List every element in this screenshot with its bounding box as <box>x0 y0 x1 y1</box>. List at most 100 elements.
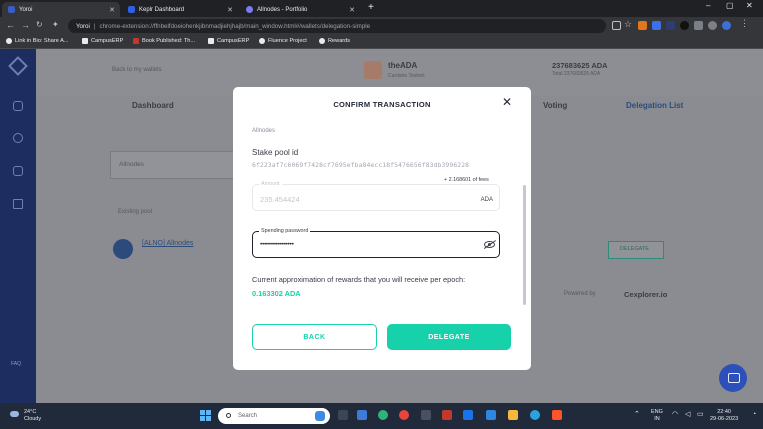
volume-icon[interactable]: ◁ <box>685 411 690 418</box>
password-field-label: Spending password <box>259 228 311 234</box>
file-explorer-icon[interactable] <box>357 410 367 420</box>
weather-widget[interactable]: 24°C Cloudy <box>10 409 41 423</box>
password-field-value[interactable]: ••••••••••••••••• <box>260 241 294 248</box>
lang-label: ENG <box>651 409 663 415</box>
puzzle-extensions-icon[interactable] <box>694 21 703 30</box>
eye-off-icon[interactable] <box>484 241 495 248</box>
wallet-name: theADA <box>388 61 418 70</box>
edge-icon[interactable] <box>378 410 388 420</box>
tab-allnodes[interactable]: Allnodes - Portfolio ✕ <box>240 2 360 17</box>
yoroi-logo-icon <box>8 56 28 76</box>
app-icon[interactable] <box>421 410 431 420</box>
bookmark-item[interactable]: Book Published: Th... <box>133 38 195 44</box>
dialog-scrollbar[interactable] <box>523 185 526 305</box>
bookmark-item[interactable]: Rewards <box>319 38 350 44</box>
powered-by-label: Powered by <box>564 291 596 297</box>
nav-voting[interactable]: Voting <box>543 101 567 110</box>
nav-delegation-list[interactable]: Delegation List <box>626 101 683 110</box>
bookmark-item[interactable]: CampusERP <box>82 38 123 44</box>
sidebar-wallet-icon[interactable] <box>13 101 23 111</box>
brave-icon[interactable] <box>552 410 562 420</box>
folder-icon[interactable] <box>508 410 518 420</box>
clock-date: 29-06-2023 <box>710 416 739 422</box>
forward-arrow-icon[interactable]: → <box>21 20 30 30</box>
nav-dashboard[interactable]: Dashboard <box>132 101 174 110</box>
telegram-icon[interactable] <box>530 410 540 420</box>
wifi-icon[interactable]: ◠ <box>672 411 678 418</box>
wallet-network: Cardano Testnet <box>388 73 425 79</box>
maximize-button[interactable]: ▢ <box>726 1 734 10</box>
tray-chevron-icon[interactable]: ⌃ <box>634 411 640 418</box>
profile-avatar[interactable] <box>722 21 731 30</box>
back-to-wallets-link[interactable]: Back to my wallets <box>112 67 162 73</box>
metamask-extension-icon[interactable] <box>638 21 647 30</box>
bookmark-label: CampusERP <box>217 38 250 44</box>
keplr-extension-icon[interactable] <box>652 21 661 30</box>
bookmark-favicon-icon <box>133 38 139 44</box>
mail-icon[interactable] <box>486 410 496 420</box>
new-tab-button[interactable]: + <box>368 2 374 13</box>
search-placeholder: Search <box>238 413 258 419</box>
address-host: Yoroi <box>76 22 90 30</box>
search-highlight-icon <box>315 411 325 421</box>
tab-search-icon[interactable] <box>708 21 717 30</box>
dialog-body: Allnodes Stake pool id 6f223af7c6069f742… <box>233 120 531 310</box>
task-view-icon[interactable] <box>338 410 348 420</box>
clock[interactable]: 22:40 29-06-2023 <box>710 409 738 423</box>
bookmark-favicon-icon <box>319 38 325 44</box>
search-icon <box>226 413 231 418</box>
pool-name-link[interactable]: [ALNO] Allnodes <box>142 240 193 247</box>
yoroi-extension-icon[interactable] <box>666 21 675 30</box>
background-delegate-button[interactable]: DELEGATE <box>608 241 664 259</box>
delegate-button[interactable]: DELEGATE <box>387 324 511 350</box>
share-icon[interactable] <box>612 21 621 30</box>
windows-start-icon[interactable] <box>200 410 211 421</box>
stake-pool-id-label: Stake pool id <box>252 148 299 157</box>
browser-toolbar: ← → ↻ ✦ Yoroi | chrome-extension://ffnbe… <box>0 17 763 35</box>
star-icon[interactable]: ☆ <box>624 19 633 29</box>
stake-pool-id-value: 6f223af7c6069f7428cf7695efba84ecc18f5476… <box>252 161 470 169</box>
dialog-title: CONFIRM TRANSACTION <box>333 100 431 109</box>
bookmark-favicon-icon <box>208 38 214 44</box>
amount-currency: ADA <box>480 197 493 203</box>
tab-title: Yoroi <box>19 6 33 13</box>
bookmark-label: Book Published: Th... <box>142 38 196 44</box>
tab-keplr[interactable]: Keplr Dashboard ✕ <box>122 2 238 17</box>
close-window-button[interactable]: ✕ <box>746 1 753 10</box>
battery-icon[interactable]: ▭ <box>697 411 704 418</box>
tab-title: Allnodes - Portfolio <box>257 6 308 13</box>
mcafee-icon[interactable] <box>442 410 452 420</box>
sidebar-settings-icon[interactable] <box>13 133 23 143</box>
network-label: Allnodes <box>252 128 276 134</box>
extensions-puzzle-icon[interactable]: ✦ <box>52 20 59 29</box>
close-icon[interactable]: ✕ <box>109 6 115 14</box>
chat-support-button[interactable] <box>719 364 747 392</box>
close-icon[interactable]: ✕ <box>501 96 513 108</box>
back-button[interactable]: BACK <box>252 324 377 350</box>
address-bar[interactable]: Yoroi | chrome-extension://ffnbelfdoeioh… <box>68 19 606 33</box>
spending-password-field[interactable]: Spending password ••••••••••••••••• <box>252 228 500 258</box>
bookmark-item[interactable]: Fluence Project <box>259 38 307 44</box>
menu-dots-icon[interactable]: ⋮ <box>740 18 749 28</box>
address-url: chrome-extension://ffnbelfdoeiohenkjibnm… <box>99 22 371 30</box>
taskbar-search[interactable]: Search <box>218 408 330 424</box>
sidebar-nft-icon[interactable] <box>13 166 23 176</box>
extension-icon[interactable] <box>680 21 689 30</box>
sidebar-voting-icon[interactable] <box>13 199 23 209</box>
language-indicator[interactable]: ENG IN <box>651 409 663 423</box>
notifications-icon[interactable]: ◔ <box>752 411 756 418</box>
back-arrow-icon[interactable]: ← <box>6 20 15 30</box>
close-icon[interactable]: ✕ <box>349 6 355 14</box>
minimize-button[interactable]: – <box>706 1 710 10</box>
sidebar-faq-label[interactable]: FAQ <box>11 361 21 367</box>
app-icon[interactable] <box>463 410 473 420</box>
chrome-icon[interactable] <box>399 410 409 420</box>
reload-icon[interactable]: ↻ <box>36 20 43 29</box>
close-icon[interactable]: ✕ <box>227 6 233 14</box>
tab-yoroi[interactable]: Yoroi ✕ <box>2 2 120 17</box>
bookmark-item[interactable]: CampusERP <box>208 38 249 44</box>
background-delegate-label: DELEGATE <box>620 246 649 252</box>
confirm-transaction-dialog: CONFIRM TRANSACTION ✕ Allnodes Stake poo… <box>233 87 531 370</box>
bookmark-favicon-icon <box>6 38 12 44</box>
bookmark-item[interactable]: Link in Bio: Share A... <box>6 38 68 44</box>
